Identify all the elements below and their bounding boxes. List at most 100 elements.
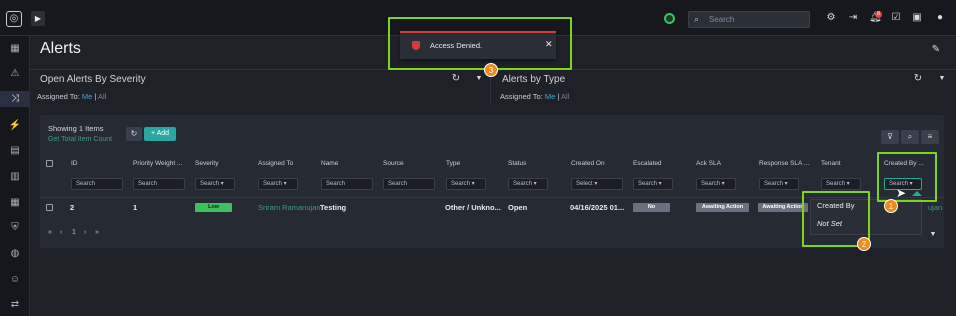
assigned-label: Assigned To: [37,92,80,101]
filter-severity-select[interactable]: Search ▾ [195,178,235,190]
last-page-icon[interactable]: » [95,229,99,236]
col-header-name[interactable]: Name [321,160,338,167]
panel-title-severity: Open Alerts By Severity [40,74,146,85]
col-header-created-on[interactable]: Created On [571,160,605,167]
notification-badge: 8 [875,11,882,18]
col-header-type[interactable]: Type [446,160,460,167]
users-icon[interactable]: ☺ [8,273,22,287]
alerts-icon[interactable]: ⤨ [0,91,30,107]
assigned-me-link-2[interactable]: Me [545,92,555,101]
briefcase-icon[interactable]: ▤ [8,144,22,158]
highlight-box-created-by [877,152,937,202]
bolt-icon[interactable]: ⚡ [8,119,22,133]
col-header-id[interactable]: ID [71,160,78,167]
filter-response-sla-select[interactable]: Search ▾ [759,178,799,190]
filter-type-label: Search [451,181,471,187]
col-header-tenant[interactable]: Tenant [821,160,841,167]
filter-id-input[interactable]: Search [71,178,123,190]
left-nav-rail: ▦ ⚠ ⤨ ⚡ ▤ ▥ ▦ ⛨ ◍ ☺ ⇄ [0,36,30,316]
filter-tenant-select[interactable]: Search ▾ [821,178,861,190]
filter-priority-input[interactable]: Search [133,178,185,190]
col-header-severity[interactable]: Severity [195,160,218,167]
grid-search-button[interactable]: ⌕ [901,130,919,144]
globe-icon[interactable]: ◍ [8,247,22,261]
screen-icon[interactable]: ▣ [911,12,923,24]
filter-button[interactable]: ⊽ [881,130,899,144]
next-page-icon[interactable]: › [84,229,86,236]
current-page: 1 [72,229,76,236]
assigned-me-link[interactable]: Me [82,92,92,101]
col-header-response-sla[interactable]: Response SLA ... [759,160,809,167]
search-placeholder: Search [709,15,735,24]
col-header-assigned[interactable]: Assigned To [258,160,293,167]
response-sla-badge: Awaiting Action [758,203,808,212]
filter-ack-sla-select[interactable]: Search ▾ [696,178,736,190]
filter-type-select[interactable]: Search ▾ [446,178,486,190]
automation-icon[interactable]: ⇄ [8,298,22,312]
filter-assigned-select[interactable]: Search ▾ [258,178,298,190]
expand-sidebar-button[interactable]: ▶ [31,11,45,26]
tasks-icon[interactable]: ☑ [890,12,902,24]
step-marker-3: 3 [484,63,498,77]
row-priority: 1 [133,203,138,212]
mouse-cursor-icon: ➤ [896,186,907,200]
incidents-icon[interactable]: ⚠ [8,67,22,81]
row-checkbox[interactable] [46,204,53,211]
filter-name-input[interactable]: Search [321,178,373,190]
filter-escalated-label: Search [638,181,658,187]
col-header-status[interactable]: Status [508,160,526,167]
filter-status-label: Search [513,181,533,187]
filter-ack-sla-label: Search [701,181,721,187]
prev-page-icon[interactable]: ‹ [60,229,62,236]
col-header-priority[interactable]: Priority Weight ... [133,160,182,167]
connection-status-icon[interactable] [664,13,675,24]
filter-response-sla-label: Search [764,181,784,187]
col-header-escalated[interactable]: Escalated [633,160,662,167]
step-marker-2: 2 [857,237,871,251]
ack-sla-badge: Awaiting Action [696,203,749,212]
get-total-link[interactable]: Get Total Item Count [48,136,112,143]
apps-icon[interactable]: ▦ [8,196,22,210]
logout-arrow-icon[interactable]: ⇥ [847,12,859,24]
shield-icon[interactable]: ⛨ [8,221,22,235]
filter-source-input[interactable]: Search [383,178,435,190]
row-name[interactable]: Testing [320,203,346,212]
search-icon: ⌕ [694,14,700,24]
user-icon[interactable]: ● [934,12,946,24]
panel-menu-icon[interactable]: ▼ [473,73,485,85]
filter-status-select[interactable]: Search ▾ [508,178,548,190]
filter-tenant-label: Search [826,181,846,187]
dashboard-icon[interactable]: ▦ [8,42,22,56]
grid-scroll-chevron-icon[interactable]: ▼ [927,229,939,241]
panel2-refresh-icon[interactable]: ↻ [912,73,924,85]
gear-icon[interactable]: ⚙ [825,12,837,24]
panel-title-type: Alerts by Type [502,74,566,85]
col-header-ack-sla[interactable]: Ack SLA [696,160,721,167]
page-title: Alerts [40,40,81,57]
grid-menu-button[interactable]: ≡ [921,130,939,144]
assigned-label-2: Assigned To: [500,92,543,101]
severity-badge: Low [195,203,232,212]
first-page-icon[interactable]: « [48,229,52,236]
filter-created-on-select[interactable]: Select ▾ [571,178,623,190]
grid-refresh-button[interactable]: ↻ [126,127,142,141]
panel2-menu-icon[interactable]: ▼ [936,73,948,85]
assigned-to-filter-2: Assigned To: Me | All [500,92,569,101]
chart-icon[interactable]: ▥ [8,170,22,184]
assigned-to-filter: Assigned To: Me | All [37,92,106,101]
panel-refresh-icon[interactable]: ↻ [450,73,462,85]
edit-pencil-icon[interactable]: ✎ [930,44,942,56]
col-header-source[interactable]: Source [383,160,404,167]
add-button[interactable]: + Add [144,127,176,141]
global-search-input[interactable]: ⌕ Search [688,11,810,28]
showing-count: Showing 1 Items [48,124,104,133]
select-all-checkbox[interactable] [46,160,53,167]
assigned-all-link-2[interactable]: All [561,92,569,101]
filter-escalated-select[interactable]: Search ▾ [633,178,673,190]
row-id[interactable]: 2 [70,203,74,212]
app-logo-icon[interactable]: ◎ [6,11,22,27]
assigned-all-link[interactable]: All [98,92,106,101]
row-created-by[interactable]: ujan [928,203,942,212]
filter-assigned-label: Search [263,181,283,187]
row-assigned-to[interactable]: Sriram Ramanujan [258,203,321,212]
